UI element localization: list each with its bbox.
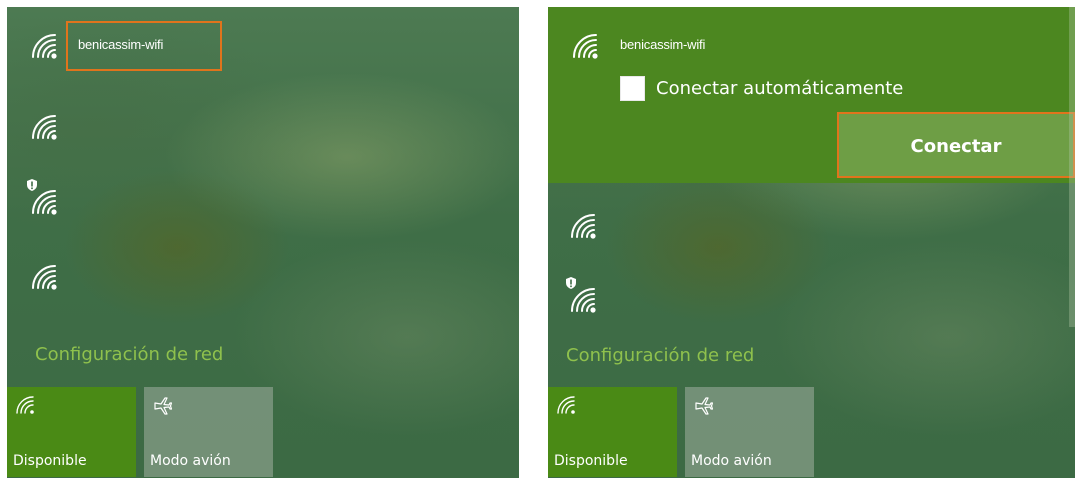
wifi-icon bbox=[556, 395, 576, 415]
airplane-icon bbox=[693, 395, 713, 415]
network-flyout-right: benicassim-wifi Conectar automáticamente… bbox=[548, 7, 1075, 478]
tile-label: Disponible bbox=[554, 453, 628, 469]
network-name: benicassim-wifi bbox=[620, 37, 706, 52]
network-item[interactable]: benicassim-wifi bbox=[7, 21, 519, 73]
wifi-toggle-tile[interactable]: Disponible bbox=[548, 387, 677, 477]
network-item[interactable] bbox=[548, 273, 1068, 323]
auto-connect-checkbox[interactable] bbox=[620, 76, 645, 101]
airplane-mode-tile[interactable]: Modo avión bbox=[144, 387, 273, 477]
wifi-signal-icon bbox=[29, 31, 59, 61]
wifi-toggle-tile[interactable]: Disponible bbox=[7, 387, 136, 477]
tile-label: Modo avión bbox=[150, 453, 231, 469]
wifi-signal-icon bbox=[29, 187, 59, 217]
selected-network-panel: benicassim-wifi Conectar automáticamente… bbox=[548, 7, 1075, 183]
wifi-signal-icon bbox=[29, 262, 59, 292]
wifi-signal-icon bbox=[29, 112, 59, 142]
network-name: benicassim-wifi bbox=[78, 37, 164, 52]
auto-connect-label: Conectar automáticamente bbox=[656, 78, 904, 99]
airplane-icon bbox=[152, 395, 172, 415]
connect-button-label: Conectar bbox=[910, 136, 1002, 157]
tile-label: Modo avión bbox=[691, 453, 772, 469]
airplane-mode-tile[interactable]: Modo avión bbox=[685, 387, 814, 477]
network-item[interactable] bbox=[7, 175, 519, 225]
tile-label: Disponible bbox=[13, 453, 87, 469]
network-item[interactable] bbox=[7, 102, 519, 152]
wifi-icon bbox=[15, 395, 35, 415]
wifi-signal-icon bbox=[568, 285, 598, 315]
network-item[interactable] bbox=[548, 199, 1068, 249]
network-item[interactable] bbox=[7, 252, 519, 302]
connect-button[interactable]: Conectar bbox=[837, 112, 1075, 178]
wifi-signal-icon bbox=[570, 31, 600, 61]
network-settings-link[interactable]: Configuración de red bbox=[566, 345, 754, 366]
scrollbar[interactable] bbox=[1069, 7, 1075, 327]
network-settings-link[interactable]: Configuración de red bbox=[35, 344, 223, 365]
wifi-signal-icon bbox=[568, 211, 598, 241]
network-flyout-left: benicassim-wifi Configuración de red Dis… bbox=[7, 7, 519, 478]
